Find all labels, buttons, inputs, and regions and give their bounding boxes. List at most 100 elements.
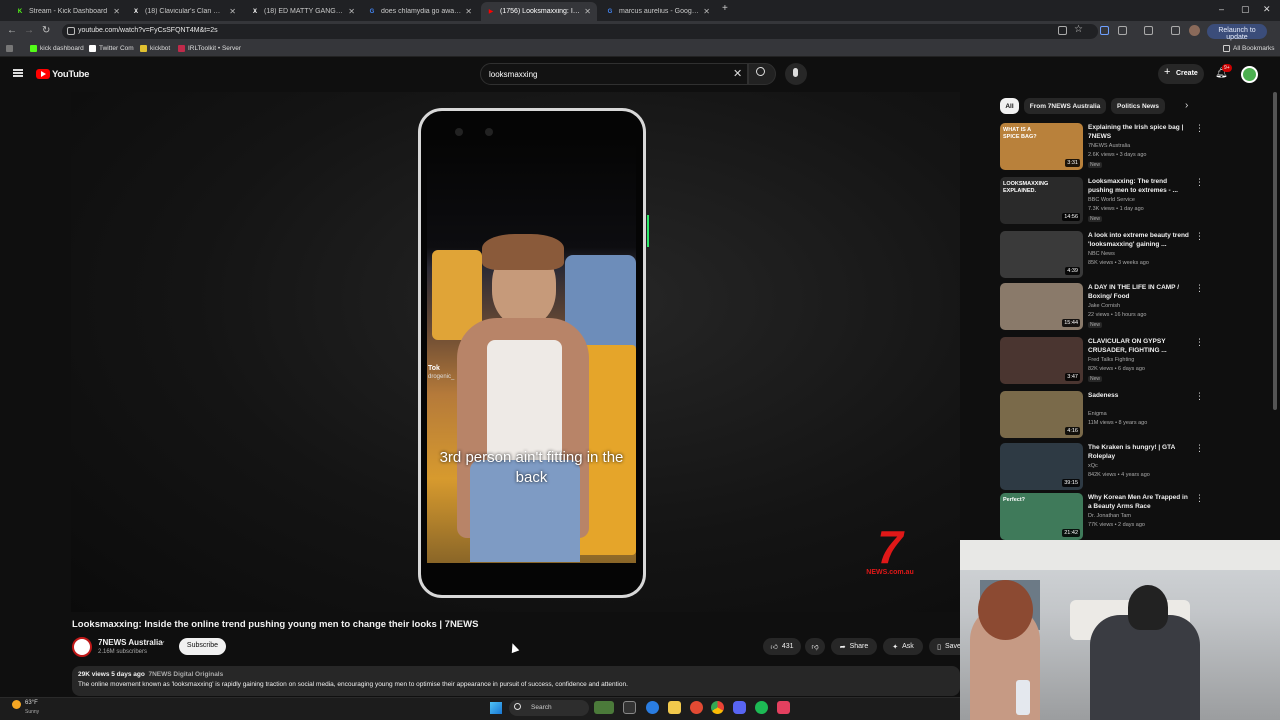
more-options-icon[interactable]: ⋮	[1195, 443, 1204, 454]
recommendation-channel[interactable]: 7NEWS Australia	[1088, 143, 1130, 149]
menu-icon[interactable]	[13, 69, 23, 77]
channel-name[interactable]: 7NEWS Australia	[98, 638, 163, 647]
obs-icon[interactable]	[777, 701, 790, 714]
recommendation-title[interactable]: Why Korean Men Are Trapped in a Beauty A…	[1088, 493, 1193, 511]
recommendation-channel[interactable]: Jake Cornish	[1088, 303, 1120, 309]
tab-close-icon[interactable]: ✕	[113, 7, 120, 16]
channel-avatar[interactable]	[72, 637, 92, 657]
recommendation-channel[interactable]: Fred Talks Fighting	[1088, 357, 1134, 363]
recommendation-item[interactable]: 39:15 The Kraken is hungry! | GTA Rolepla…	[1000, 443, 1270, 491]
browser-tab[interactable]: K Stream - Kick Dashboard ✕	[10, 2, 126, 21]
account-avatar[interactable]	[1241, 66, 1258, 83]
recommendation-channel[interactable]: xQc	[1088, 463, 1098, 469]
weather-icon[interactable]	[12, 700, 21, 709]
dislike-button[interactable]: 👎︎	[805, 638, 825, 655]
tab-close-icon[interactable]: ✕	[229, 7, 236, 16]
back-icon[interactable]: ←	[7, 25, 17, 36]
tab-search-icon[interactable]	[1144, 26, 1153, 35]
recommendation-thumbnail[interactable]: 4:16	[1000, 391, 1083, 438]
browser-tab[interactable]: Gdoes chlamydia go away - Goo ✕	[362, 2, 478, 21]
bookmark-kick-dashboard[interactable]: kick dashboard	[30, 45, 84, 52]
recommendation-title[interactable]: Sadeness	[1088, 391, 1193, 400]
address-bar[interactable]: youtube.com/watch?v=FyCsSFQNT4M&t=2s	[62, 24, 1098, 39]
more-options-icon[interactable]: ⋮	[1195, 177, 1204, 188]
recommendation-title[interactable]: The Kraken is hungry! | GTA Roleplay	[1088, 443, 1193, 461]
more-options-icon[interactable]: ⋮	[1195, 391, 1204, 402]
recommendation-item[interactable]: WHAT IS A SPICE BAG? 3:31 Explaining the I…	[1000, 123, 1270, 171]
more-options-icon[interactable]: ⋮	[1195, 337, 1204, 348]
bookmark-star-icon[interactable]: ☆	[1074, 24, 1083, 35]
recommendation-title[interactable]: Explaining the Irish spice bag | 7NEWS	[1088, 123, 1193, 141]
search-input[interactable]: looksmaxxing	[480, 63, 748, 85]
bookmark-kickbot[interactable]: kickbot	[140, 45, 170, 52]
spotify-icon[interactable]	[755, 701, 768, 714]
task-view-icon[interactable]	[623, 701, 636, 714]
taskbar-search[interactable]: Search	[509, 700, 589, 716]
app-icon[interactable]	[690, 701, 703, 714]
sidebar-scrollbar[interactable]	[1273, 92, 1277, 410]
extensions-puzzle-icon[interactable]	[1118, 26, 1127, 35]
chevron-right-icon[interactable]: ›	[1185, 100, 1188, 111]
browser-tab[interactable]: X (18) Clavicular's Clan Commun ✕	[126, 2, 242, 21]
browser-tab[interactable]: X (18) ED MATTY GANG Commun ✕	[245, 2, 361, 21]
browser-tab[interactable]: Gmarcus aurelius - Google Sear ✕	[600, 2, 716, 21]
more-options-icon[interactable]: ⋮	[1195, 493, 1204, 504]
bookmark-irltoolkit[interactable]: IRLToolkit • Server	[178, 45, 241, 52]
forward-icon[interactable]: →	[24, 25, 34, 36]
recommendation-thumbnail[interactable]: Perfect? 21:42	[1000, 493, 1083, 540]
recommendation-item[interactable]: 4:16 Sadeness Enigma 11M views • 8 years ag…	[1000, 391, 1270, 439]
media-icon[interactable]	[1171, 26, 1180, 35]
chrome-icon[interactable]	[711, 701, 724, 714]
more-options-icon[interactable]: ⋮	[1195, 283, 1204, 294]
site-info-icon[interactable]	[67, 27, 75, 35]
recommendation-item[interactable]: 15:44 A DAY IN THE LIFE IN CAMP / Boxing/…	[1000, 283, 1270, 331]
like-button[interactable]: 👍︎ 431	[763, 638, 801, 655]
ask-button[interactable]: ✦ Ask	[883, 638, 923, 655]
share-button[interactable]: ➦ Share	[831, 638, 877, 655]
windows-start-icon[interactable]	[490, 702, 502, 714]
taskbar-widget-icon[interactable]	[594, 701, 614, 714]
recommendation-title[interactable]: A look into extreme beauty trend 'looksm…	[1088, 231, 1193, 249]
profile-avatar[interactable]	[1189, 25, 1200, 36]
recommendation-item[interactable]: Perfect? 21:42 Why Korean Men Are Trapped …	[1000, 493, 1270, 541]
more-options-icon[interactable]: ⋮	[1195, 231, 1204, 242]
recommendation-thumbnail[interactable]: 15:44	[1000, 283, 1083, 330]
close-window-icon[interactable]: ✕	[1263, 4, 1271, 15]
bookmark-twitter[interactable]: Twitter Com	[89, 45, 134, 52]
install-app-icon[interactable]	[1058, 26, 1067, 35]
recommendation-thumbnail[interactable]: 4:39	[1000, 231, 1083, 278]
more-options-icon[interactable]: ⋮	[1195, 123, 1204, 134]
file-explorer-icon[interactable]	[668, 701, 681, 714]
recommendation-item[interactable]: LOOKSMAXXING EXPLAINED. 14:56 Looksmaxxing…	[1000, 177, 1270, 225]
recommendation-title[interactable]: Looksmaxxing: The trend pushing men to e…	[1088, 177, 1193, 195]
tab-close-icon[interactable]: ✕	[348, 7, 355, 16]
tab-close-icon[interactable]: ✕	[584, 7, 591, 16]
edge-icon[interactable]	[646, 701, 659, 714]
tab-close-icon[interactable]: ✕	[703, 7, 710, 16]
relaunch-button[interactable]: Relaunch to update	[1207, 24, 1267, 41]
all-bookmarks[interactable]: All Bookmarks	[1223, 45, 1275, 52]
apps-icon[interactable]	[6, 45, 16, 52]
description-tag[interactable]: 7NEWS Digital Originals	[148, 671, 223, 678]
tab-close-icon[interactable]: ✕	[465, 7, 472, 16]
recommendation-channel[interactable]: Dr. Jonathan Tam	[1088, 513, 1131, 519]
maximize-icon[interactable]: ▢	[1241, 4, 1250, 15]
extension-icon[interactable]	[1100, 26, 1109, 35]
recommendation-item[interactable]: 3:47 CLAVICULAR ON GYPSY CRUSADER, FIGHTI…	[1000, 337, 1270, 385]
recommendation-title[interactable]: CLAVICULAR ON GYPSY CRUSADER, FIGHTING .…	[1088, 337, 1193, 355]
chip-politics-news[interactable]: Politics News	[1111, 98, 1165, 114]
browser-tab[interactable]: ▶ (1756) Looksmaxxing: Insid ✕	[481, 2, 597, 21]
chip-all[interactable]: All	[1000, 98, 1019, 114]
recommendation-thumbnail[interactable]: WHAT IS A SPICE BAG? 3:31	[1000, 123, 1083, 170]
recommendation-channel[interactable]: Enigma	[1088, 411, 1107, 417]
clear-search-icon[interactable]: ✕	[733, 67, 742, 80]
recommendation-thumbnail[interactable]: 3:47	[1000, 337, 1083, 384]
new-tab-button[interactable]: +	[722, 3, 728, 14]
recommendation-channel[interactable]: NBC News	[1088, 251, 1115, 257]
discord-icon[interactable]	[733, 701, 746, 714]
minimize-icon[interactable]: –	[1219, 4, 1224, 14]
chip-from-7news[interactable]: From 7NEWS Australia	[1024, 98, 1106, 114]
description-box[interactable]: 29K views 5 days ago 7NEWS Digital Origi…	[72, 666, 960, 696]
recommendation-thumbnail[interactable]: LOOKSMAXXING EXPLAINED. 14:56	[1000, 177, 1083, 224]
subscribe-button[interactable]: Subscribe	[179, 638, 226, 655]
